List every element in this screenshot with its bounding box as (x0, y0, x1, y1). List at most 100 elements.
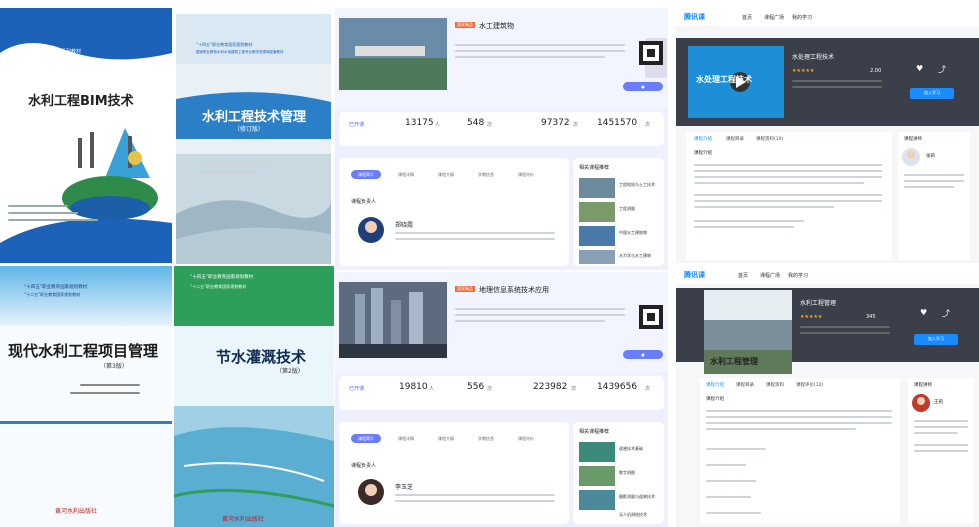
related-heading: 相关课程推荐 (579, 165, 610, 171)
nav-home[interactable]: 首页 (738, 272, 748, 279)
enroll-button[interactable]: 加入学习 (910, 88, 954, 99)
teacher-avatar (358, 217, 384, 243)
course-title: 水工建筑物 (479, 22, 514, 30)
stat-value: 548 (467, 118, 485, 128)
nav-my-learning[interactable]: 我的学习 (788, 272, 808, 279)
tab-reviews[interactable]: 课程评价(12) (796, 382, 823, 388)
book-edition: （第3版） (100, 363, 128, 370)
enroll-button[interactable]: ● (623, 350, 663, 359)
book-badge-2: “十二五”职业教育国家规划教材 (24, 292, 81, 297)
book-title: 水利工程BIM技术 (28, 94, 134, 109)
tab-term[interactable]: 学期信息 (471, 434, 501, 443)
book-series: 高等职业教育水利类专业系列教材 (6, 49, 82, 55)
enroll-button[interactable]: ● (623, 82, 663, 91)
nav-courses[interactable]: 课程广场 (764, 14, 784, 21)
course-title: 水处理工程技术 (792, 54, 835, 61)
teacher-name: 李玉芝 (395, 484, 414, 491)
teacher-label: 课程讲师 (914, 383, 932, 388)
related-thumb[interactable] (579, 226, 615, 246)
favorite-icon[interactable]: ♥ (916, 64, 923, 73)
cover-art-blue-wave (0, 8, 172, 263)
cover-art-gradient (0, 266, 172, 527)
stat-label: 已开课 (349, 122, 365, 128)
related-item[interactable]: 工程地质与土工技术 (619, 182, 655, 188)
book-title: 节水灌溉技术 (216, 348, 307, 366)
teacher-avatar (902, 148, 920, 166)
rating-stars: ★★★★★ (792, 68, 815, 74)
related-item[interactable]: 数字测图 (619, 470, 635, 476)
related-item[interactable]: 摄影测量与遥感技术 (619, 494, 655, 500)
book-badge-2: 国家职业教育水利水电建筑工程专业教学资源库配套教材 (196, 50, 284, 54)
tab-intro[interactable]: 课程简介 (351, 170, 381, 179)
book-publisher: 黄河水利出版社 (55, 508, 98, 515)
teacher-name: 张莉 (926, 154, 935, 159)
platform-page-2: 腾讯课 首页 课程广场 我的学习 水利工程管理 水利工程管理 ★★★★★ 345… (676, 266, 979, 527)
course-title: 地理信息系统技术应用 (479, 286, 549, 294)
tab-materials[interactable]: 课程资料 (766, 382, 784, 388)
section-title: 课程介绍 (694, 151, 712, 156)
teacher-avatar (912, 394, 930, 412)
tab-review[interactable]: 课程评价 (511, 170, 541, 179)
nav-courses[interactable]: 课程广场 (760, 272, 780, 279)
nav-home[interactable]: 首页 (742, 14, 752, 21)
enroll-button[interactable]: 加入学习 (914, 334, 958, 345)
share-icon[interactable]: ⤴ (942, 308, 950, 319)
video-label: 水利工程管理 (710, 357, 758, 366)
book-edition: （第2版） (276, 368, 304, 375)
tab-review[interactable]: 课程评价 (511, 434, 541, 443)
rating-score: 2.00 (870, 68, 882, 74)
book-cover-project-management: “十四五”职业教育国家规划教材 “十二五”职业教育国家规划教材 现代水利工程项目… (0, 266, 172, 527)
section-title: 课程介绍 (706, 397, 724, 402)
favorite-icon[interactable]: ♥ (920, 308, 927, 317)
tab-outline[interactable]: 课程大纲 (431, 170, 461, 179)
tab-intro[interactable]: 课程简介 (351, 434, 381, 443)
book-title: 水利工程技术管理 (202, 110, 307, 125)
course-page-2: 国家精品 地理信息系统技术应用 ● 已开课 19810 人 556 次 2239… (335, 272, 668, 527)
tab-detail[interactable]: 课程详情 (391, 434, 421, 443)
related-item[interactable]: 水力学与水工建筑 (619, 253, 651, 259)
rating-stars: ★★★★★ (800, 314, 823, 320)
stat-value: 19810 (399, 382, 428, 392)
related-item[interactable]: 无人机测绘技术 (619, 512, 647, 518)
teacher-name: 郑晓霞 (395, 222, 414, 229)
related-heading: 相关课程推荐 (579, 429, 610, 435)
related-thumb[interactable] (579, 202, 615, 222)
tab-term[interactable]: 学期信息 (471, 170, 501, 179)
site-logo[interactable]: 腾讯课 (684, 12, 705, 22)
stat-value: 223982 (533, 382, 568, 392)
book-badge-2: “十二五”职业教育国家规划教材 (190, 284, 247, 289)
stat-unit: 次 (487, 386, 493, 392)
share-icon[interactable]: ⤴ (938, 64, 946, 75)
course-tag: 国家精品 (455, 286, 475, 292)
related-thumb[interactable] (579, 466, 615, 486)
related-thumb[interactable] (579, 490, 615, 510)
tab-catalog[interactable]: 课程目录 (726, 136, 744, 142)
teacher-label: 课程讲师 (904, 137, 922, 142)
related-item[interactable]: 遥感技术基础 (619, 446, 643, 452)
tab-intro[interactable]: 课程介绍 (706, 382, 724, 388)
related-item[interactable]: 工程测量 (619, 206, 635, 212)
top-nav (676, 266, 979, 284)
stat-unit: 人 (435, 122, 441, 128)
nav-my-learning[interactable]: 我的学习 (792, 14, 812, 21)
tab-materials[interactable]: 课程资料(10) (756, 136, 783, 142)
book-badge: “十四五”职业教育国家规划教材 (190, 275, 254, 280)
stat-unit: 次 (573, 122, 579, 128)
related-thumb[interactable] (579, 178, 615, 198)
stat-value: 97372 (541, 118, 570, 128)
stat-unit: 次 (571, 386, 577, 392)
tab-intro[interactable]: 课程介绍 (694, 136, 712, 142)
tab-catalog[interactable]: 课程目录 (736, 382, 754, 388)
tab-outline[interactable]: 课程大纲 (431, 434, 461, 443)
tab-detail[interactable]: 课程详情 (391, 170, 421, 179)
related-thumb[interactable] (579, 442, 615, 462)
rating-score: 345 (866, 314, 876, 320)
site-logo[interactable]: 腾讯课 (684, 270, 705, 280)
teacher-heading: 课程负责人 (351, 463, 377, 469)
stat-value: 556 (467, 382, 485, 392)
teacher-heading: 课程负责人 (351, 199, 377, 205)
related-item[interactable]: 中国水工建筑物 (619, 230, 647, 236)
teacher-name: 王莉 (934, 400, 943, 405)
top-nav (676, 8, 979, 26)
related-thumb[interactable] (579, 250, 615, 264)
